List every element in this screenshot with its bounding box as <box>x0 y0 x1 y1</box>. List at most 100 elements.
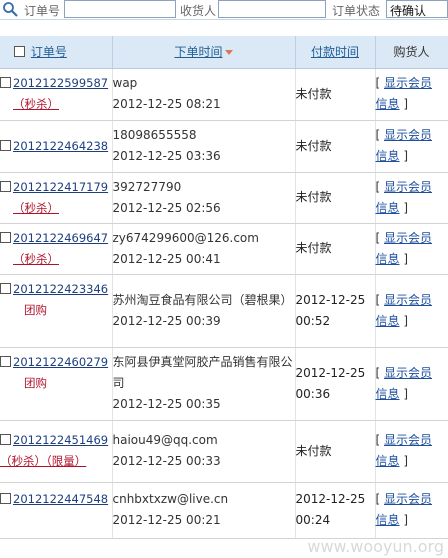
buyer-time-cell: cnhbxtxzw@live.cn 2012-12-25 00:21 <box>112 482 296 539</box>
show-member-info-link[interactable]: 显示会员 <box>384 492 432 506</box>
sort-pay-time-link[interactable]: 付款时间 <box>311 45 359 59</box>
show-member-info-link-2[interactable]: 信息 <box>376 387 400 401</box>
show-member-info-link-2[interactable]: 信息 <box>376 149 400 163</box>
buyer-time-cell: 苏州淘豆食品有限公司（碧根果） 2012-12-25 00:39 <box>112 274 296 348</box>
order-time: 2012-12-25 00:39 <box>112 313 221 328</box>
search-bar: 订单号 收货人 订单状态 待确认 <box>0 0 448 20</box>
order-tag: （秒杀） <box>13 251 59 266</box>
order-time: 2012-12-25 08:21 <box>112 97 221 111</box>
order-no-link[interactable]: 2012122447548 <box>13 492 108 506</box>
buyer-info-cell: [ 显示会员 信息 ] <box>375 347 448 421</box>
buyer-time-cell: haiou49@qq.com 2012-12-25 00:33 <box>112 420 296 483</box>
order-no-link[interactable]: 2012122423346 <box>13 282 108 296</box>
pay-date: 2012-12-25 <box>295 292 366 307</box>
sort-desc-icon <box>224 50 233 56</box>
row-checkbox[interactable] <box>0 492 11 504</box>
sort-order-no-link[interactable]: 订单号 <box>31 45 67 59</box>
buyer-name: 苏州淘豆食品有限公司（碧根果） <box>112 292 293 307</box>
order-no-link[interactable]: 2012122599587 <box>13 76 108 90</box>
order-no-link[interactable]: 2012122417179 <box>13 180 108 194</box>
order-no-link[interactable]: 2012122464238 <box>13 139 108 153</box>
order-time: 2012-12-25 02:56 <box>112 200 221 215</box>
show-member-info-link[interactable]: 显示会员 <box>384 231 432 245</box>
orders-table: 订单号 下单时间 付款时间 购货人 2012122599587 （秒杀） wap… <box>0 36 448 539</box>
buyer-name: 392727790 <box>112 179 182 194</box>
table-row: 2012122464238 18098655558 2012-12-25 03:… <box>0 120 448 173</box>
show-member-info-link-2[interactable]: 信息 <box>376 454 400 468</box>
watermark: www.wooyun.org <box>307 537 444 556</box>
order-status-select[interactable]: 待确认 <box>386 0 448 18</box>
show-member-info-link[interactable]: 显示会员 <box>384 293 432 307</box>
order-time: 2012-12-25 00:41 <box>112 251 221 266</box>
row-checkbox[interactable] <box>0 231 11 243</box>
table-row: 2012122423346 团购 苏州淘豆食品有限公司（碧根果） 2012-12… <box>0 274 448 348</box>
show-member-info-link[interactable]: 显示会员 <box>384 180 432 194</box>
order-cell: 2012122451469 （秒杀）（限量） <box>0 420 113 483</box>
show-member-info-link-2[interactable]: 信息 <box>376 513 400 527</box>
order-cell: 2012122447548 <box>0 482 113 539</box>
order-cell: 2012122460279 团购 <box>0 347 113 421</box>
order-no-label: 订单号 <box>24 4 61 18</box>
header-buyer: 购货人 <box>375 36 448 69</box>
show-member-info-link[interactable]: 显示会员 <box>384 128 432 142</box>
buyer-name: cnhbxtxzw@live.cn <box>112 492 229 506</box>
order-no-link[interactable]: 2012122451469 <box>13 433 108 447</box>
order-time: 2012-12-25 00:21 <box>112 513 221 527</box>
row-checkbox[interactable] <box>0 434 11 445</box>
order-time: 2012-12-25 00:33 <box>112 454 221 468</box>
pay-time-cell: 2012-12-25 00:24 <box>295 482 376 539</box>
pay-time: 00:36 <box>295 386 331 401</box>
row-checkbox[interactable] <box>0 180 11 192</box>
sort-order-time-link[interactable]: 下单时间 <box>174 45 222 59</box>
show-member-info-link-2[interactable]: 信息 <box>376 314 400 328</box>
row-checkbox[interactable] <box>0 282 11 294</box>
order-tag: （秒杀） <box>13 200 59 215</box>
select-all-checkbox[interactable] <box>14 46 25 58</box>
buyer-name: 东阿县伊真堂阿胶产品销售有限公司 <box>112 355 293 390</box>
show-member-info-link-2[interactable]: 信息 <box>376 252 400 266</box>
order-tag: （秒杀）（限量） <box>0 454 87 468</box>
show-member-info-link[interactable]: 显示会员 <box>384 76 432 90</box>
order-no-link[interactable]: 2012122460279 <box>13 355 108 369</box>
consignee-input[interactable] <box>218 0 326 18</box>
pay-time: 00:24 <box>295 513 331 527</box>
buyer-info-cell: [ 显示会员 信息 ] <box>375 68 448 121</box>
order-no-link[interactable]: 2012122469647 <box>13 231 108 245</box>
buyer-time-cell: zy674299600@126.com 2012-12-25 00:41 <box>112 223 296 275</box>
show-member-info-link[interactable]: 显示会员 <box>384 433 432 447</box>
pay-status: 未付款 <box>295 223 376 275</box>
order-cell: 2012122469647 （秒杀） <box>0 223 113 275</box>
pay-date: 2012-12-25 <box>295 365 366 380</box>
show-member-info-link-2[interactable]: 信息 <box>376 97 400 111</box>
order-time: 2012-12-25 00:35 <box>112 397 221 411</box>
show-member-info-link-2[interactable]: 信息 <box>376 201 400 215</box>
consignee-label: 收货人 <box>180 4 217 18</box>
table-row: 2012122599587 （秒杀） wap 2012-12-25 08:21 … <box>0 68 448 121</box>
buyer-name: 18098655558 <box>112 128 197 142</box>
pay-time-cell: 2012-12-25 00:52 <box>295 274 376 348</box>
table-row: 2012122460279 团购 东阿县伊真堂阿胶产品销售有限公司 2012-1… <box>0 347 448 421</box>
search-icon[interactable] <box>2 1 18 17</box>
order-time: 2012-12-25 03:36 <box>112 149 221 163</box>
buyer-time-cell: 18098655558 2012-12-25 03:36 <box>112 120 296 173</box>
buyer-info-cell: [ 显示会员 信息 ] <box>375 274 448 348</box>
buyer-time-cell: 东阿县伊真堂阿胶产品销售有限公司 2012-12-25 00:35 <box>112 347 296 421</box>
pay-time-cell: 2012-12-25 00:36 <box>295 347 376 421</box>
buyer-info-cell: [ 显示会员 信息 ] <box>375 420 448 483</box>
order-tag: （秒杀） <box>13 97 59 111</box>
pay-status: 未付款 <box>295 68 376 121</box>
order-cell: 2012122417179 （秒杀） <box>0 172 113 224</box>
show-member-info-link[interactable]: 显示会员 <box>384 366 432 380</box>
table-header-row: 订单号 下单时间 付款时间 购货人 <box>0 36 448 69</box>
pay-status: 未付款 <box>295 172 376 224</box>
buyer-name: haiou49@qq.com <box>112 433 218 447</box>
pay-status: 未付款 <box>295 420 376 483</box>
order-cell: 2012122599587 （秒杀） <box>0 68 113 121</box>
buyer-name: zy674299600@126.com <box>112 230 259 245</box>
row-checkbox[interactable] <box>0 355 11 367</box>
header-order-no: 订单号 <box>0 36 113 69</box>
order-no-input[interactable] <box>64 0 176 18</box>
row-checkbox[interactable] <box>0 139 11 151</box>
row-checkbox[interactable] <box>0 77 11 88</box>
order-status-label: 订单状态 <box>332 4 381 18</box>
